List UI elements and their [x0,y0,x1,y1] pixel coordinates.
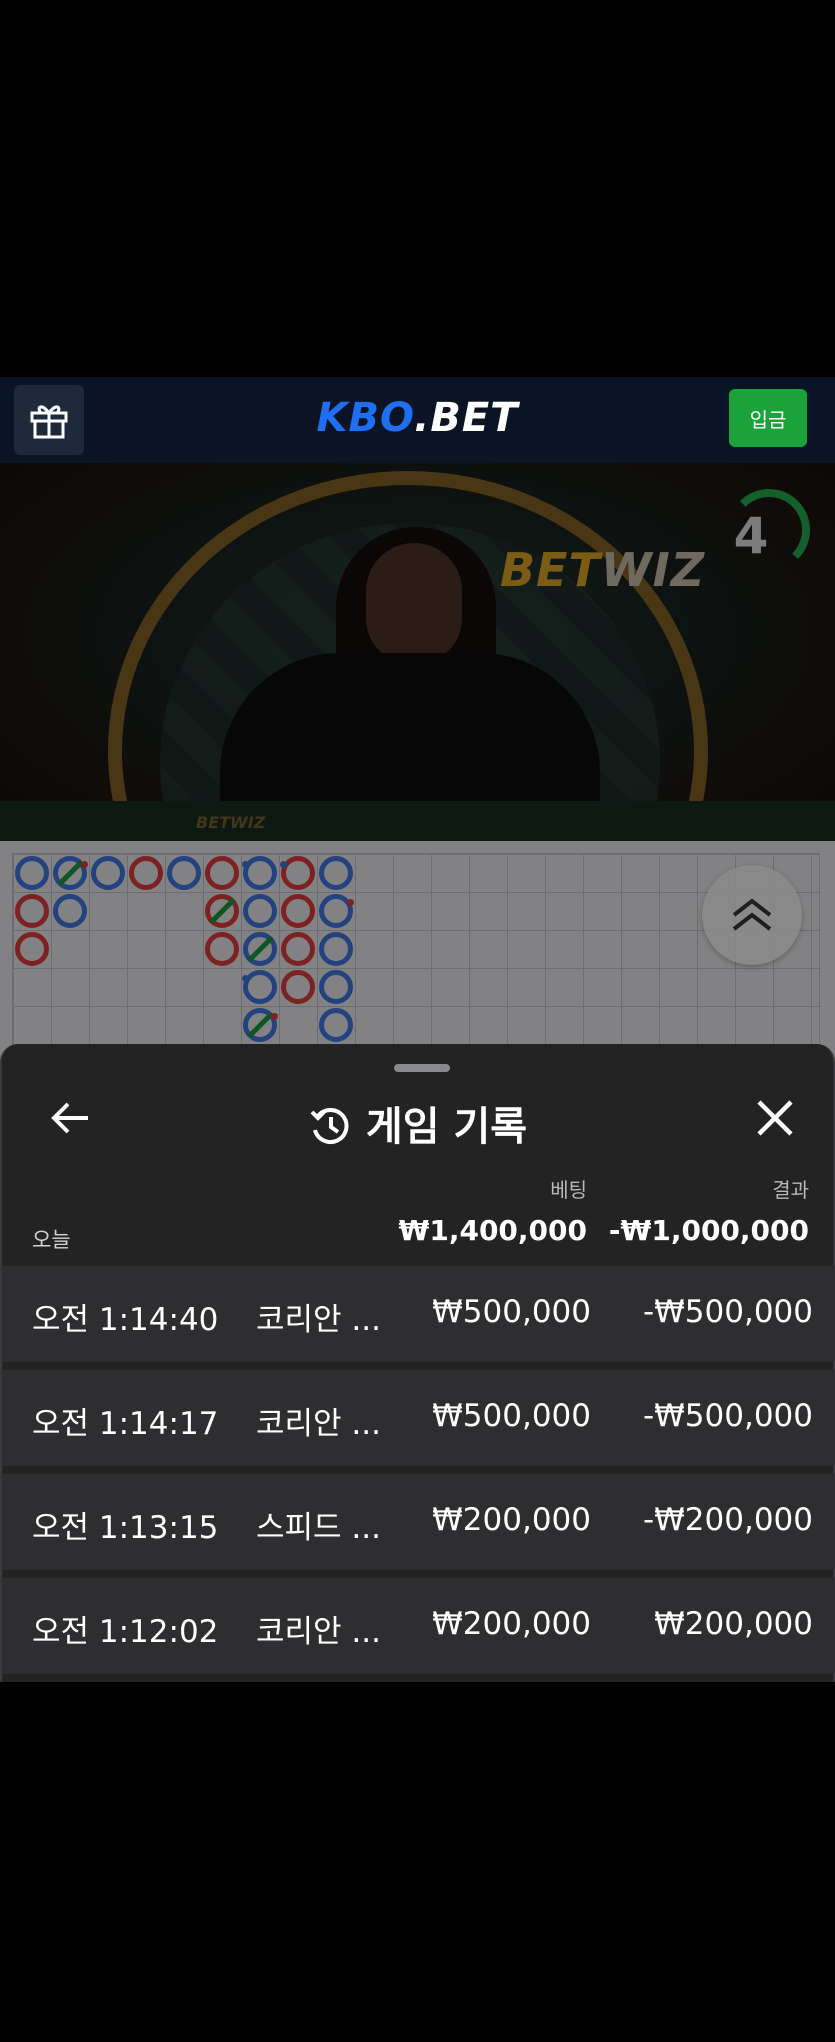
logo-suffix: .BET [414,395,519,441]
row-time: 오전 1:12:02 [32,1614,219,1650]
history-row[interactable]: 오전 1:14:40 코리안 ... ₩500,000 -₩500,000 [2,1266,835,1362]
row-bet: ₩200,000 [432,1502,591,1538]
row-result: -₩500,000 [642,1294,813,1330]
modal-backdrop[interactable] [0,463,835,1063]
sheet-title: 게임 기록 [2,1094,833,1152]
row-game: 코리안 ... [256,1406,381,1442]
history-icon [310,1108,349,1144]
app-screen: KBO.BET 입금 BETWIZ BETWIZ 4 게임 기록 베팅 결과 오… [0,377,835,1682]
row-bet: ₩500,000 [432,1398,591,1434]
row-result: -₩500,000 [642,1398,813,1434]
row-bet: ₩200,000 [432,1606,591,1642]
history-list: 오전 1:14:40 코리안 ... ₩500,000 -₩500,000 오전… [2,1266,835,1682]
row-result: ₩200,000 [654,1606,813,1642]
row-time: 오전 1:13:15 [32,1510,219,1546]
top-header: KBO.BET 입금 [0,377,835,463]
logo-prefix: KBO [316,395,415,441]
today-label: 오늘 [32,1228,71,1252]
row-bet: ₩500,000 [432,1294,591,1330]
row-game: 스피드 ... [256,1510,381,1546]
site-logo[interactable]: KBO.BET [0,395,835,441]
history-row[interactable]: 오전 1:12:02 코리안 ... ₩200,000 ₩200,000 [2,1578,835,1674]
today-result-total: -₩1,000,000 [608,1214,809,1247]
sheet-drag-handle[interactable] [394,1064,450,1072]
game-history-sheet: 게임 기록 베팅 결과 오늘 ₩1,400,000 -₩1,000,000 오전… [0,1044,835,1682]
row-time: 오전 1:14:17 [32,1406,219,1442]
sheet-title-text: 게임 기록 [365,1104,528,1150]
row-game: 코리안 ... [256,1302,381,1338]
bet-column-header: 베팅 [550,1178,587,1202]
history-row[interactable]: 오전 1:14:17 코리안 ... ₩500,000 -₩500,000 [2,1370,835,1466]
deposit-button[interactable]: 입금 [729,389,807,447]
today-bet-total: ₩1,400,000 [398,1214,587,1247]
close-icon[interactable] [753,1096,797,1140]
row-game: 코리안 ... [256,1614,381,1650]
history-row[interactable]: 오전 1:13:15 스피드 ... ₩200,000 -₩200,000 [2,1474,835,1570]
row-result: -₩200,000 [642,1502,813,1538]
row-time: 오전 1:14:40 [32,1302,219,1338]
result-column-header: 결과 [772,1178,809,1202]
